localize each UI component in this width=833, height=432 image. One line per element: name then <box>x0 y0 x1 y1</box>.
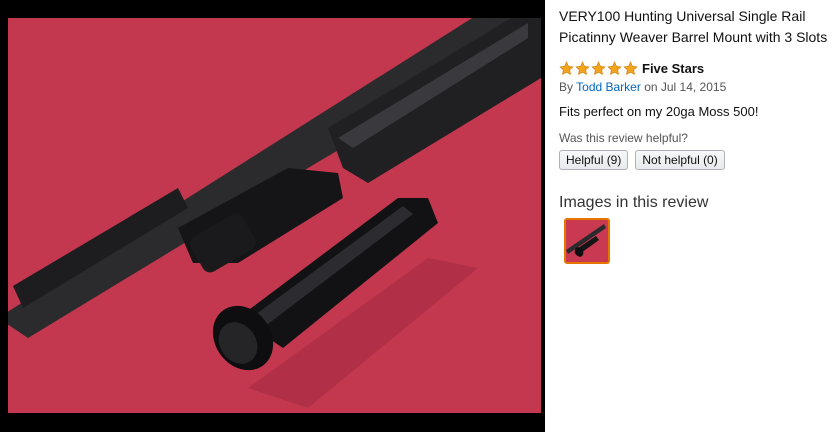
star-icon <box>591 60 606 75</box>
review-panel: VERY100 Hunting Universal Single Rail Pi… <box>559 4 833 264</box>
review-byline: By Todd Barker on Jul 14, 2015 <box>559 80 833 94</box>
product-title-line1[interactable]: VERY100 Hunting Universal Single Rail <box>559 8 805 24</box>
thumbnail-image <box>566 220 608 262</box>
review-body: Fits perfect on my 20ga Moss 500! <box>559 104 759 119</box>
product-title-line2[interactable]: Picatinny Weaver Barrel Mount with 3 Slo… <box>559 29 827 45</box>
star-icon <box>607 60 622 75</box>
review-photo[interactable] <box>8 18 541 418</box>
shotgun-flashlight-image <box>8 18 541 418</box>
by-prefix: By <box>559 80 574 94</box>
product-title[interactable]: VERY100 Hunting Universal Single Rail Pi… <box>559 4 833 48</box>
images-section-heading: Images in this review <box>559 194 709 211</box>
star-rating <box>559 60 638 76</box>
author-link[interactable]: Todd Barker <box>576 80 641 94</box>
helpful-buttons: Helpful (9) Not helpful (0) <box>559 150 833 170</box>
review-title[interactable]: Five Stars <box>642 61 704 76</box>
review-photo-frame <box>0 0 545 432</box>
star-icon <box>559 60 574 75</box>
not-helpful-button[interactable]: Not helpful (0) <box>635 150 725 170</box>
star-icon <box>623 60 638 75</box>
rating-row: Five Stars <box>559 60 833 76</box>
star-icon <box>575 60 590 75</box>
review-image-thumbnail[interactable] <box>564 218 610 264</box>
review-date: on Jul 14, 2015 <box>644 80 727 94</box>
helpful-button[interactable]: Helpful (9) <box>559 150 629 170</box>
helpful-question: Was this review helpful? <box>559 131 688 145</box>
